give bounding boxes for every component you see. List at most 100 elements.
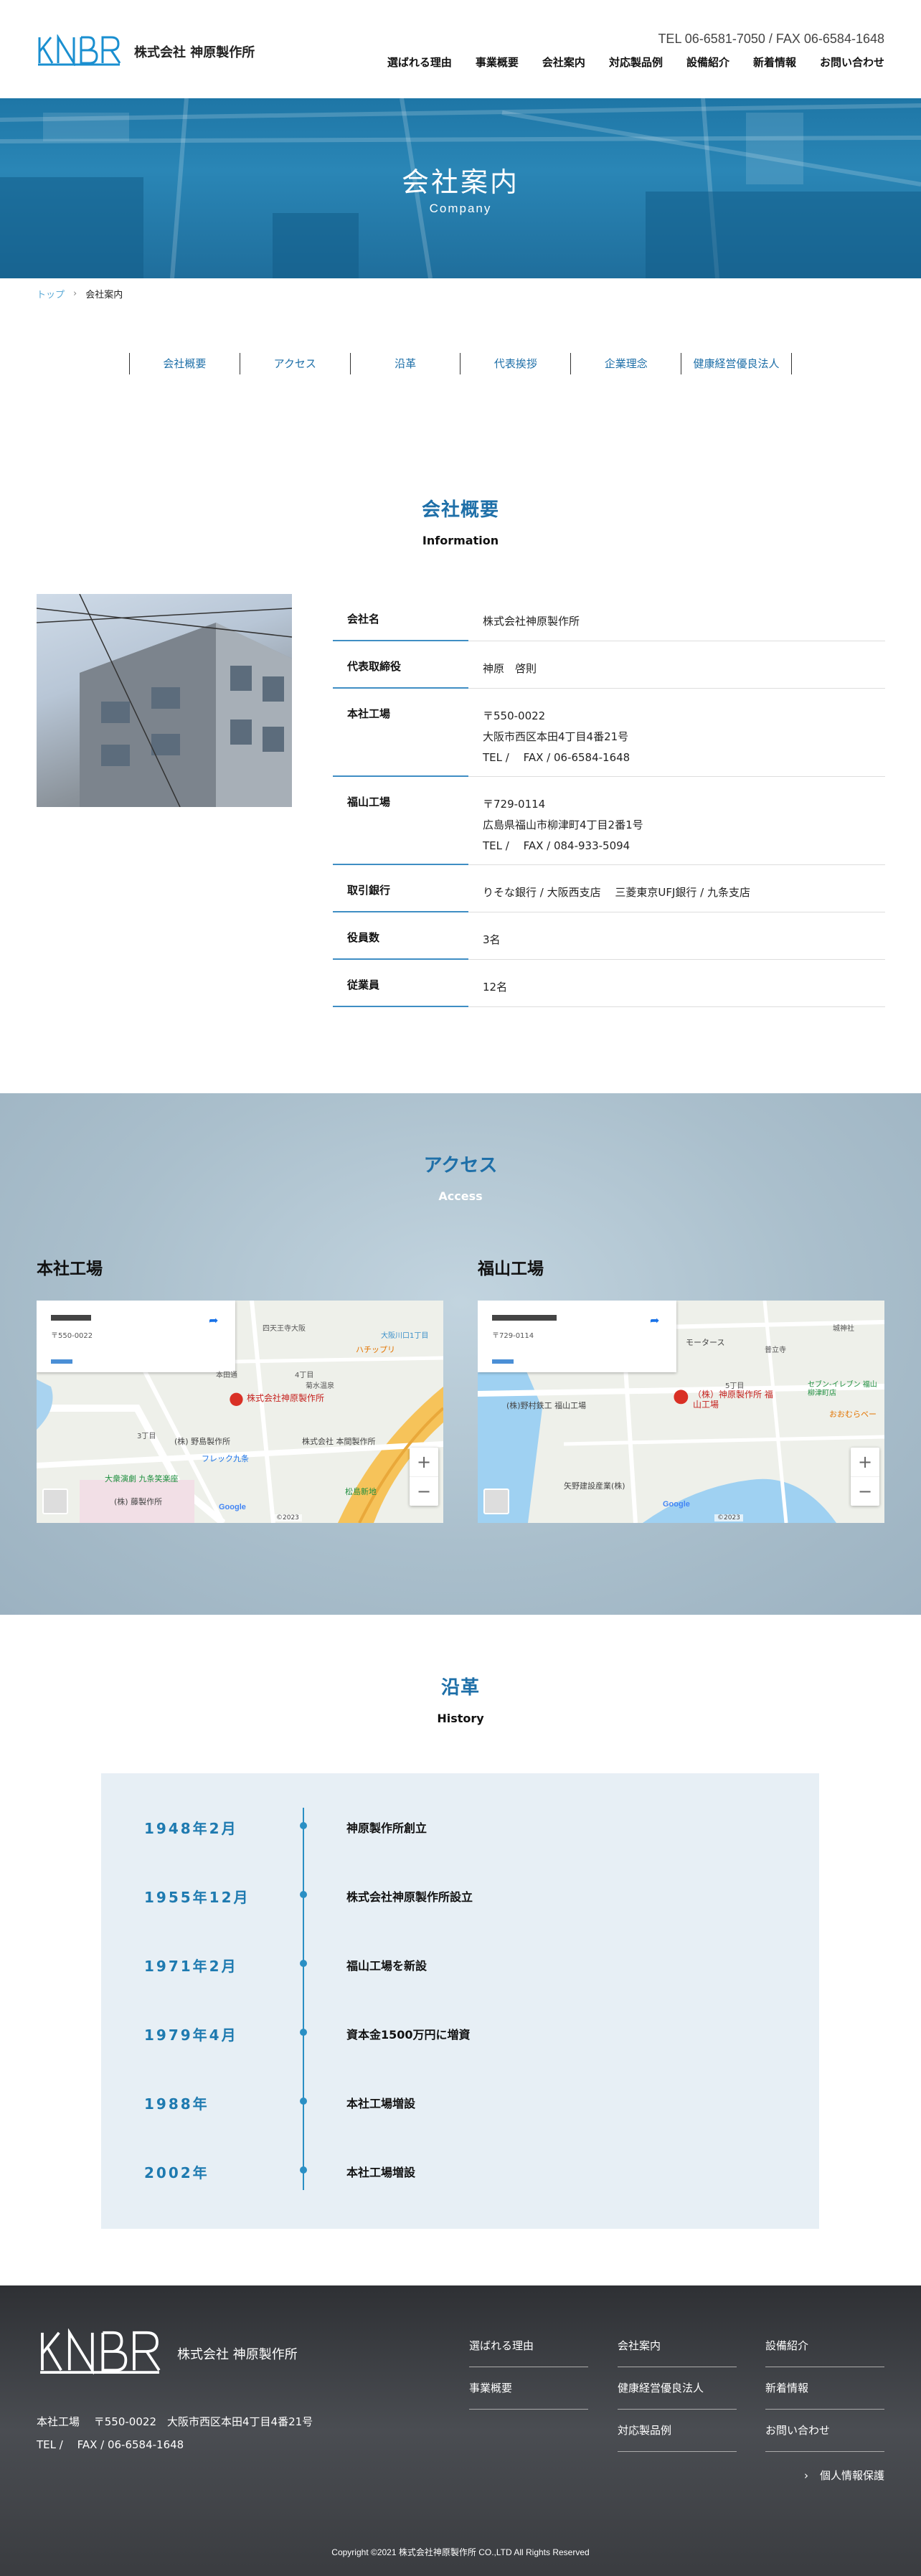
building-photo <box>37 594 292 807</box>
footer-address-block: 本社工場 〒550-0022 大阪市西区本田4丁目4番21号 TEL / FAX… <box>37 2410 313 2456</box>
header-contact: TEL 06-6581-7050 / FAX 06-6584-1648 <box>658 32 884 46</box>
timeline-dot <box>300 1822 307 1829</box>
row-value-line: 3名 <box>483 933 501 946</box>
nav-equipment[interactable]: 設備紹介 <box>686 55 729 70</box>
zoom-control: + − <box>410 1448 438 1506</box>
nav-business[interactable]: 事業概要 <box>476 55 519 70</box>
copyright: Copyright ©2021 株式会社神原製作所 CO.,LTD All Ri… <box>331 2547 590 2557</box>
map-pin-icon[interactable]: ● <box>229 1388 244 1408</box>
map-info-card: 〒550-0022 ➦ <box>37 1301 235 1372</box>
map-name-fukuyama: 福山工場 <box>478 1260 544 1278</box>
map-label: 四天王寺大阪 <box>263 1325 306 1333</box>
row-value-line: 神原 啓則 <box>483 662 537 675</box>
table-row: 福山工場 〒729-0114 広島県福山市柳津町4丁目2番1号 TEL / FA… <box>333 777 885 865</box>
timeline-year: 1979年4月 <box>144 2027 238 2044</box>
nav-products[interactable]: 対応製品例 <box>609 55 663 70</box>
map-card-link[interactable] <box>51 1359 72 1364</box>
row-value-line: TEL / FAX / 06-6584-1648 <box>483 751 630 764</box>
footer-link-business[interactable]: 事業概要 <box>469 2367 588 2410</box>
timeline-dot <box>300 2166 307 2174</box>
hero-title: 会社案内 <box>401 166 519 198</box>
directions-icon[interactable]: ➦ <box>209 1313 218 1327</box>
map-fukuyama[interactable]: 〒729-0114 ➦ ● （株）神原製作所 福山工場 モータース 城神社 普立… <box>478 1301 884 1523</box>
timeline-item: 1988年 本社工場増設 <box>101 2088 819 2117</box>
map-label: ハチップリ <box>356 1345 395 1354</box>
row-value-line: TEL / FAX / 084-933-5094 <box>483 839 630 852</box>
anchor-history[interactable]: 沿革 <box>349 353 461 374</box>
map-label: フレック九条 <box>202 1454 249 1463</box>
map-label: 大阪川口1丁目 <box>381 1332 429 1340</box>
timeline-event: 本社工場増設 <box>346 2166 416 2179</box>
row-value: 神原 啓則 <box>468 641 885 688</box>
timeline-event: 株式会社神原製作所設立 <box>346 1890 473 1904</box>
nav-news[interactable]: 新着情報 <box>753 55 796 70</box>
map-type-toggle[interactable] <box>42 1488 68 1514</box>
history-subtitle: History <box>437 1712 484 1725</box>
map-attribution: ©2023 <box>273 1514 302 1521</box>
zoom-in-button[interactable]: + <box>851 1448 879 1476</box>
chevron-right-icon: › <box>73 288 77 299</box>
row-value: 〒729-0114 広島県福山市柳津町4丁目2番1号 TEL / FAX / 0… <box>468 777 885 864</box>
map-label: 3丁目 <box>137 1433 156 1440</box>
anchor-health[interactable]: 健康経営優良法人 <box>681 353 792 374</box>
footer-link-health[interactable]: 健康経営優良法人 <box>618 2367 737 2410</box>
access-subtitle: Access <box>438 1189 483 1203</box>
page-hero: 会社案内 Company <box>0 98 921 278</box>
map-card-link[interactable] <box>492 1359 514 1364</box>
breadcrumb-home[interactable]: トップ <box>37 287 65 301</box>
google-logo: Google <box>663 1500 690 1509</box>
anchor-philosophy[interactable]: 企業理念 <box>570 353 681 374</box>
footer-link-equipment[interactable]: 設備紹介 <box>765 2325 884 2367</box>
footer-link-company[interactable]: 会社案内 <box>618 2325 737 2367</box>
footer-link-contact[interactable]: お問い合わせ <box>765 2410 884 2452</box>
anchor-greeting[interactable]: 代表挨拶 <box>460 353 570 374</box>
directions-icon[interactable]: ➦ <box>650 1313 659 1327</box>
footer-link-news[interactable]: 新着情報 <box>765 2367 884 2410</box>
map-honsha[interactable]: 〒550-0022 ➦ ● 株式会社神原製作所 四天王寺大阪 大阪川口1丁目 本… <box>37 1301 443 1523</box>
anchor-overview[interactable]: 会社概要 <box>129 353 240 374</box>
site-header: 株式会社 神原製作所 TEL 06-6581-7050 / FAX 06-658… <box>0 0 921 98</box>
row-value-line: りそな銀行 / 大阪西支店 三菱東京UFJ銀行 / 九条支店 <box>483 886 750 899</box>
footer-address: 本社工場 〒550-0022 大阪市西区本田4丁目4番21号 <box>37 2415 313 2428</box>
row-value: 3名 <box>468 912 885 959</box>
timeline-dot <box>300 1960 307 1967</box>
footer-knbr-logo[interactable] <box>37 2329 163 2374</box>
timeline-event: 福山工場を新設 <box>346 1959 428 1973</box>
zoom-out-button[interactable]: − <box>851 1476 879 1505</box>
row-label: 会社名 <box>333 594 468 641</box>
site-footer: 株式会社 神原製作所 本社工場 〒550-0022 大阪市西区本田4丁目4番21… <box>0 2285 921 2576</box>
row-value-line: 〒729-0114 <box>483 798 546 811</box>
row-value-line: 広島県福山市柳津町4丁目2番1号 <box>483 818 643 831</box>
overview-subtitle: Information <box>422 534 499 547</box>
history-title: 沿革 <box>440 1677 480 1699</box>
nav-reasons[interactable]: 選ばれる理由 <box>387 55 452 70</box>
map-label: (株) 野島製作所 <box>174 1437 231 1446</box>
access-title: アクセス <box>423 1155 498 1176</box>
map-pin-icon[interactable]: ● <box>673 1385 689 1407</box>
map-label: セブン-イレブン 福山柳津町店 <box>808 1381 877 1397</box>
header-company-name: 株式会社 神原製作所 <box>134 45 255 60</box>
map-label: おおむらベー <box>829 1410 877 1419</box>
chevron-right-icon: › <box>803 2469 808 2482</box>
footer-link-products[interactable]: 対応製品例 <box>618 2410 737 2452</box>
row-value-line: 大阪市西区本田4丁目4番21号 <box>483 730 629 743</box>
table-row: 会社名 株式会社神原製作所 <box>333 594 885 641</box>
nav-company[interactable]: 会社案内 <box>542 55 585 70</box>
row-label: 福山工場 <box>333 777 468 865</box>
row-label: 代表取締役 <box>333 641 468 689</box>
map-type-toggle[interactable] <box>483 1488 509 1514</box>
row-value-line: 株式会社神原製作所 <box>483 615 580 628</box>
table-row: 取引銀行 りそな銀行 / 大阪西支店 三菱東京UFJ銀行 / 九条支店 <box>333 865 885 912</box>
anchor-access[interactable]: アクセス <box>239 353 350 374</box>
row-value: 〒550-0022 大阪市西区本田4丁目4番21号 TEL / FAX / 06… <box>468 689 885 776</box>
nav-contact[interactable]: お問い合わせ <box>820 55 884 70</box>
footer-link-reasons[interactable]: 選ばれる理由 <box>469 2325 588 2367</box>
privacy-link[interactable]: › 個人情報保護 <box>804 2468 884 2483</box>
map-card-address: 〒729-0114 <box>492 1332 534 1340</box>
timeline-event: 神原製作所創立 <box>346 1821 428 1835</box>
knbr-logo[interactable] <box>37 34 121 66</box>
zoom-out-button[interactable]: − <box>410 1476 438 1505</box>
map-label: 城神社 <box>833 1325 854 1333</box>
zoom-in-button[interactable]: + <box>410 1448 438 1476</box>
row-label: 従業員 <box>333 960 468 1007</box>
